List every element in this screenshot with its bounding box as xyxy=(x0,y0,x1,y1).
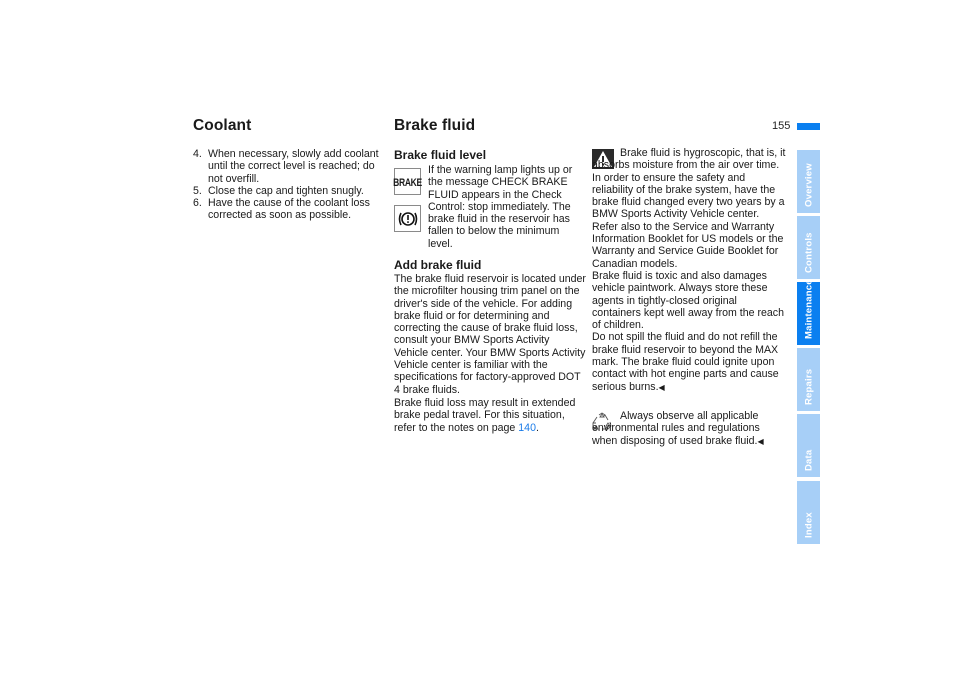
brake-fluid-level-text: If the warning lamp lights up or the mes… xyxy=(428,164,573,250)
tab-data[interactable]: Data xyxy=(797,414,820,477)
coolant-title: Coolant xyxy=(193,117,252,134)
tab-index[interactable]: Index xyxy=(797,481,820,544)
warning-lead: Brake fluid is hygroscopic, that is, it … xyxy=(592,147,786,172)
page-accent-bar xyxy=(797,123,820,130)
brake-fluid-loss-text: Brake fluid loss may result in extended … xyxy=(394,397,576,434)
brake-fluid-warning: Brake fluid is hygroscopic, that is, it … xyxy=(592,147,787,394)
page-number: 155 xyxy=(772,120,791,132)
warning-paragraph-spill: Do not spill the fluid and do not refill… xyxy=(592,331,779,393)
end-mark-icon: ◀ xyxy=(757,436,764,446)
coolant-steps: 4. When necessary, slowly add coolant unt… xyxy=(193,148,388,222)
tab-overview[interactable]: Overview xyxy=(797,150,820,213)
tab-maintenance[interactable]: Maintenance xyxy=(797,279,820,345)
warning-paragraph-service: In order to ensure the safety and reliab… xyxy=(592,171,785,270)
page-link-140[interactable]: 140 xyxy=(518,422,536,434)
coolant-step: 4. When necessary, slowly add coolant unt… xyxy=(193,148,379,185)
environment-note: Always observe all applicable environmen… xyxy=(592,410,764,447)
brake-warning-lamp-icon: BRAKE xyxy=(393,168,422,195)
brake-fluid-title: Brake fluid xyxy=(394,117,476,134)
end-mark-icon: ◀ xyxy=(658,382,665,392)
add-brake-fluid-text: The brake fluid reservoir is located und… xyxy=(394,273,586,396)
tab-repairs[interactable]: Repairs xyxy=(797,348,820,411)
coolant-step: 5. Close the cap and tighten snugly. xyxy=(193,184,364,197)
brake-fluid-level-heading: Brake fluid level xyxy=(394,148,487,162)
tab-controls[interactable]: Controls xyxy=(797,216,820,279)
add-brake-fluid-heading: Add brake fluid xyxy=(394,258,482,272)
warning-paragraph-toxic: Brake fluid is toxic and also damages ve… xyxy=(592,269,784,332)
brake-circle-exclamation-glyph xyxy=(398,211,417,226)
brake-circle-exclamation-icon xyxy=(394,205,421,232)
coolant-step: 6. Have the cause of the coolant loss cor… xyxy=(193,197,370,222)
